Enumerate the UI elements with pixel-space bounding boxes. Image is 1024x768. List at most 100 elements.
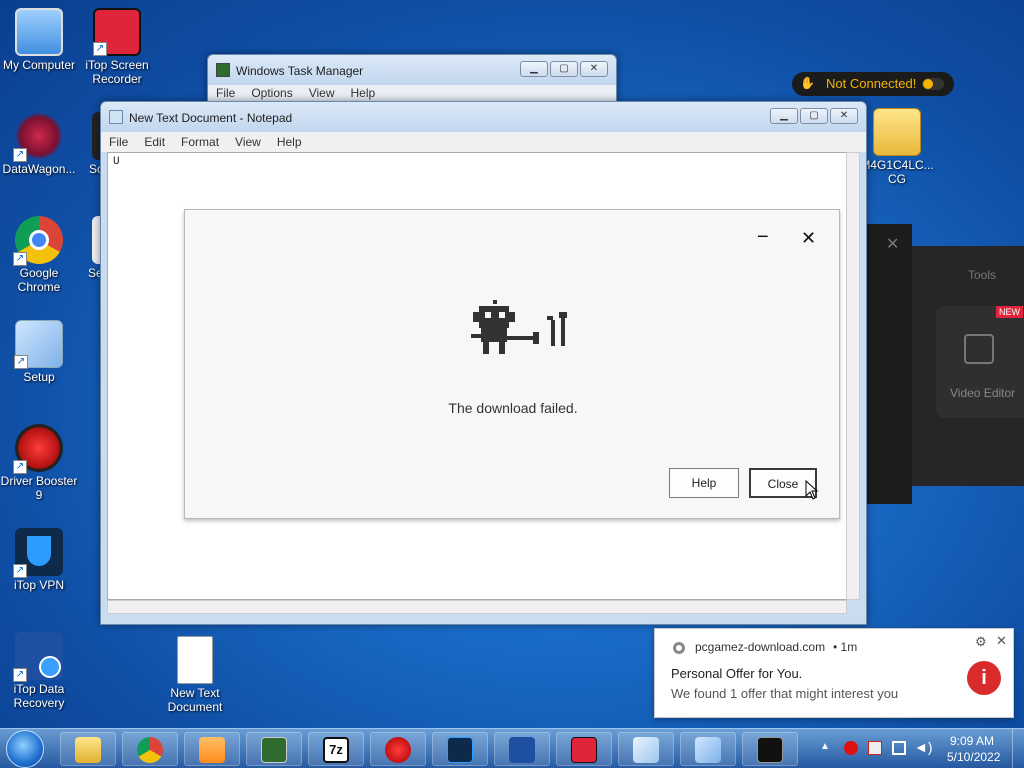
taskbar-driver-booster[interactable] <box>370 732 426 766</box>
folder-icon <box>873 108 921 156</box>
tray-action-center-icon[interactable] <box>868 741 882 755</box>
folder-icon <box>75 737 101 763</box>
video-editor-tile[interactable]: Video Editor <box>936 306 1024 418</box>
show-hidden-icons-arrow[interactable]: ▲ <box>820 741 830 752</box>
broken-robot-icon <box>471 300 567 354</box>
menu-options[interactable]: Options <box>251 86 292 100</box>
minimize-button[interactable]: ▁ <box>520 61 548 77</box>
7zip-icon: 7z <box>323 737 349 763</box>
desktop-icon-itop-vpn[interactable]: ↗ iTop VPN <box>0 528 78 592</box>
tray-network-icon[interactable] <box>892 741 906 755</box>
close-icon[interactable]: ✕ <box>886 234 899 254</box>
vpn-toggle[interactable] <box>922 78 944 90</box>
clock-date[interactable]: 5/10/2022 <box>947 750 1000 764</box>
taskbar-7zip[interactable]: 7z <box>308 732 364 766</box>
desktop-icon-driver-booster[interactable]: ↗ Driver Booster 9 <box>0 424 78 502</box>
taskbar-itop-data-recovery[interactable] <box>494 732 550 766</box>
taskbar-notepad[interactable] <box>618 732 674 766</box>
vpn-status-text: Not Connected! <box>826 76 917 91</box>
tray-driver-booster-icon[interactable] <box>844 741 858 755</box>
menu-edit[interactable]: Edit <box>144 135 165 149</box>
7zip-label: 7z <box>329 742 343 757</box>
desktop-icon-sc[interactable]: Sc <box>64 112 108 176</box>
close-button[interactable]: ✕ <box>580 61 608 77</box>
menu-view[interactable]: View <box>309 86 335 100</box>
taskbar-media-player[interactable] <box>184 732 240 766</box>
menu-format[interactable]: Format <box>181 135 219 149</box>
gear-icon[interactable]: ⚙ <box>975 634 987 650</box>
desktop-icon-new-text-document[interactable]: New Text Document <box>156 636 234 714</box>
notification-age: • 1m <box>833 640 858 654</box>
title-bar[interactable]: New Text Document - Notepad ▁ ▢ ✕ <box>101 102 866 132</box>
notepad-icon <box>633 737 659 763</box>
window-title: Windows Task Manager <box>236 64 364 78</box>
video-editor-label: Video Editor <box>950 386 1016 400</box>
text-file-icon <box>177 636 213 684</box>
clock-time[interactable]: 9:09 AM <box>950 734 994 748</box>
desktop-icon-itop-screen-recorder[interactable]: ↗ iTop Screen Recorder <box>78 8 156 86</box>
chrome-small-icon <box>673 642 685 654</box>
menu-view[interactable]: View <box>235 135 261 149</box>
taskbar-chrome[interactable] <box>122 732 178 766</box>
taskbar-setup[interactable] <box>680 732 736 766</box>
menu-file[interactable]: File <box>109 135 128 149</box>
taskbar-task-manager[interactable] <box>246 732 302 766</box>
cmd-icon <box>757 737 783 763</box>
background-app-panel: Tools Video Editor NEW <box>912 246 1024 486</box>
taskbar-cmd[interactable] <box>742 732 798 766</box>
desktop-icon-sea[interactable]: Sea <box>64 216 109 280</box>
close-button[interactable]: ✕ <box>830 108 858 124</box>
task-manager-icon <box>216 63 230 77</box>
driver-booster-icon: ↗ <box>13 424 63 474</box>
setup-icon: ↗ <box>14 320 63 369</box>
desktop-icon-setup[interactable]: ↗ Setup <box>0 320 78 384</box>
tools-label[interactable]: Tools <box>968 268 996 282</box>
vpn-shield-icon: ↗ <box>13 528 63 578</box>
desktop-icon-label: M4G1C4LC... CG <box>860 158 934 186</box>
maximize-button[interactable]: ▢ <box>800 108 828 124</box>
desktop-icon-label: Driver Booster 9 <box>0 474 78 502</box>
taskbar-itop-screen-recorder[interactable] <box>556 732 612 766</box>
desktop-icon-label: iTop Data Recovery <box>13 682 65 710</box>
task-manager-icon <box>261 737 287 763</box>
horizontal-scrollbar[interactable] <box>107 600 847 614</box>
desktop-icon-itop-data-recovery[interactable]: ↗ iTop Data Recovery <box>0 632 78 710</box>
task-manager-window[interactable]: Windows Task Manager ▁ ▢ ✕ File Options … <box>207 54 617 102</box>
notepad-icon <box>109 110 123 124</box>
hand-icon: ✋ <box>800 76 815 90</box>
close-icon[interactable]: ✕ <box>801 228 816 249</box>
menu-file[interactable]: File <box>216 86 235 100</box>
start-button[interactable] <box>6 730 44 768</box>
menu-bar: File Edit Format View Help <box>101 132 866 152</box>
menu-help[interactable]: Help <box>351 86 376 100</box>
desktop-icon-my-computer[interactable]: My Computer <box>0 8 78 72</box>
minimize-button[interactable]: ▁ <box>770 108 798 124</box>
desktop-icon-label: iTop Screen Recorder <box>85 58 149 86</box>
desktop-icon-folder[interactable]: M4G1C4LC... CG <box>856 108 938 186</box>
vertical-scrollbar[interactable] <box>846 152 860 600</box>
chrome-icon: ↗ <box>13 216 63 266</box>
taskbar-itop-vpn[interactable] <box>432 732 488 766</box>
vpn-status-badge[interactable]: ✋ Not Connected! <box>792 72 954 96</box>
editor-content: U <box>113 156 120 168</box>
taskbar-file-explorer[interactable] <box>60 732 116 766</box>
desktop-icon-label: New Text Document <box>167 686 223 714</box>
minimize-icon[interactable]: − <box>757 226 769 249</box>
close-icon[interactable]: ✕ <box>996 633 1007 649</box>
help-button[interactable]: Help <box>669 468 739 498</box>
notification-title: Personal Offer for You. <box>671 666 803 681</box>
computer-icon <box>15 8 63 56</box>
tray-volume-icon[interactable]: ◄) <box>914 739 933 755</box>
title-bar[interactable]: Windows Task Manager ▁ ▢ ✕ <box>208 55 616 85</box>
taskbar: 7z ▲ ◄) 9:09 AM 5/10/2022 <box>0 728 1024 768</box>
desktop-icon-label: Setup <box>23 370 55 384</box>
dialog-message: The download failed. <box>448 400 578 416</box>
browser-notification[interactable]: pcgamez-download.com • 1m ⚙ ✕ Personal O… <box>654 628 1014 718</box>
menu-help[interactable]: Help <box>277 135 302 149</box>
show-desktop-button[interactable] <box>1012 729 1024 768</box>
maximize-button[interactable]: ▢ <box>550 61 578 77</box>
download-failed-dialog: − ✕ The download failed. Help Close <box>184 209 840 519</box>
desktop-icon-label: iTop VPN <box>13 578 65 592</box>
menu-bar: File Options View Help <box>208 85 616 101</box>
driver-booster-icon <box>385 737 411 763</box>
